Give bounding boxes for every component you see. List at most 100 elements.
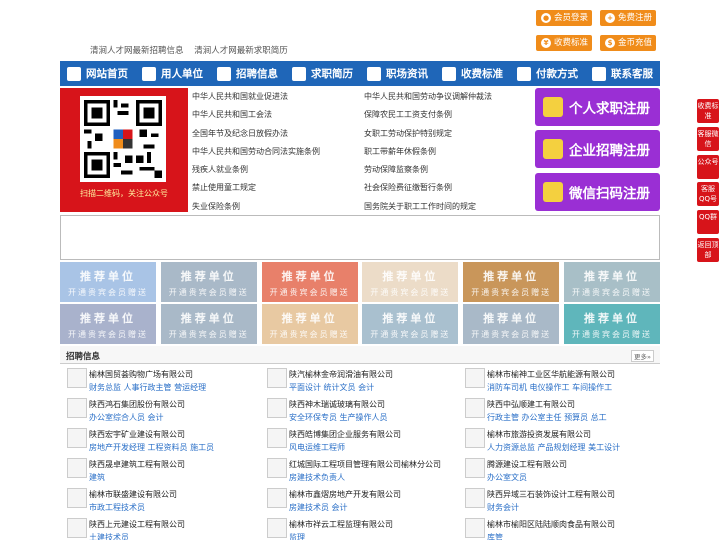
company-logo[interactable] [67,458,87,478]
policy-link[interactable]: 中华人民共和国劳动合同法实施条例 [192,143,367,161]
job-item[interactable]: 榆林市旅游投资发展有限公司人力资源总监 产品规划经理 美工设计 [460,426,656,456]
company-logo[interactable] [67,488,87,508]
job-roles[interactable]: 房地产开发经理 工程资料员 施工员 [89,442,214,453]
employer-register-button[interactable]: 企业招聘注册 [535,130,660,168]
policy-link[interactable]: 失业保险条例 [192,198,367,216]
company-logo[interactable] [267,398,287,418]
recommended-card[interactable]: 推荐单位 开通贵宾会员赠送 [463,262,560,302]
company-logo[interactable] [465,398,485,418]
side-wechat-tab[interactable]: 客服微信 [697,127,719,151]
job-item[interactable]: 陕西上元建设工程有限公司 土建技术员 [62,516,258,540]
policy-link[interactable]: 全国年节及纪念日放假办法 [192,125,367,143]
company-logo[interactable] [465,428,485,448]
job-item[interactable]: 陕西鸿石集团股份有限公司 办公室综合人员 会计 [62,396,258,426]
company-logo[interactable] [67,518,87,538]
job-item[interactable]: 陕西神木瑞诚玻璃有限公司 安全环保专员 生产操作人员 [262,396,458,426]
job-item[interactable]: 陕西异域三石装饰设计工程有限公司 财务会计 [460,486,656,516]
fee-standard-button[interactable]: ¥ 收费标准 [536,35,592,51]
policy-link[interactable]: 禁止使用童工规定 [192,179,367,197]
nav-jobs[interactable]: 招聘信息 [210,61,285,86]
company-logo[interactable] [267,458,287,478]
policy-link[interactable]: 女职工劳动保护特别规定 [364,125,539,143]
recommended-card[interactable]: 推荐单位 开通贵宾会员赠送 [261,304,358,344]
nav-payment[interactable]: 付款方式 [510,61,585,86]
recommended-card[interactable]: 推荐单位 开通贵宾会员赠送 [160,262,257,302]
nav-news[interactable]: 职场资讯 [360,61,435,86]
policy-link[interactable]: 残疾人就业条例 [192,161,367,179]
side-official-account-tab[interactable]: 公众号 [697,155,719,179]
company-logo[interactable] [267,488,287,508]
company-logo[interactable] [267,368,287,388]
company-logo[interactable] [267,428,287,448]
wechat-register-button[interactable]: 微信扫码注册 [535,173,660,211]
company-logo[interactable] [67,368,87,388]
nav-home[interactable]: 网站首页 [60,61,135,86]
recommended-card[interactable]: 推荐单位 开通贵宾会员赠送 [362,262,459,302]
company-name[interactable]: 陕西神木瑞诚玻璃有限公司 [289,399,385,410]
company-name[interactable]: 榆林市旅游投资发展有限公司 [487,429,591,440]
company-name[interactable]: 陕西宏宇矿业建设有限公司 [89,429,185,440]
nav-support[interactable]: 联系客服 [585,61,660,86]
job-roles[interactable]: 市政工程技术员 [89,502,145,513]
company-name[interactable]: 榆林国贸荟购物广场有限公司 [89,369,193,380]
company-name[interactable]: 陕西中弘顺建工有限公司 [487,399,575,410]
recommended-card[interactable]: 推荐单位 开通贵宾会员赠送 [362,304,459,344]
company-name[interactable]: 榆林市联盛建设有限公司 [89,489,177,500]
side-fees-tab[interactable]: 收费标准 [697,99,719,123]
job-item[interactable]: 陕西皓博集团企业服务有限公司 风电运维工程师 [262,426,458,456]
job-item[interactable]: 陕西中弘顺建工有限公司行政主管 办公室主任 预算员 总工 [460,396,656,426]
policy-link[interactable]: 中华人民共和国工会法 [192,106,367,124]
job-roles[interactable]: 财务会计 [487,502,519,513]
company-name[interactable]: 腾源建设工程有限公司 [487,459,567,470]
job-item[interactable]: 榆林市榆阳区陆陆顺肉食品有限公司 库管 [460,516,656,540]
company-name[interactable]: 陕西上元建设工程有限公司 [89,519,185,530]
recommended-card[interactable]: 推荐单位 开通贵宾会员赠送 [160,304,257,344]
company-name[interactable]: 陕西皓博集团企业服务有限公司 [289,429,401,440]
job-roles[interactable]: 行政主管 办公室主任 预算员 总工 [487,412,607,423]
job-roles[interactable]: 平面设计 统计文员 会计 [289,382,374,393]
job-item[interactable]: 榆林市祥云工程监理有限公司 监理 [262,516,458,540]
policy-link[interactable]: 劳动保障监察条例 [364,161,539,179]
job-item[interactable]: 陕西晟卓建筑工程有限公司 建筑 [62,456,258,486]
recommended-card[interactable]: 推荐单位 开通贵宾会员赠送 [564,262,660,302]
job-item[interactable]: 榆林国贸荟购物广场有限公司财务总监 人事行政主管 营运经理 [62,366,258,396]
policy-link[interactable]: 保障农民工工资支付条例 [364,106,539,124]
company-name[interactable]: 陕汽榆林金帝润滑油有限公司 [289,369,393,380]
banner-image[interactable] [60,215,660,260]
job-roles[interactable]: 办公室综合人员 会计 [89,412,164,423]
job-roles[interactable]: 财务总监 人事行政主管 营运经理 [89,382,206,393]
job-item[interactable]: 榆林市联盛建设有限公司 市政工程技术员 [62,486,258,516]
nav-employers[interactable]: 用人单位 [135,61,210,86]
more-jobs-link[interactable]: 更多» [631,350,654,362]
nav-fees[interactable]: 收费标准 [435,61,510,86]
side-qq-group-tab[interactable]: QQ群 [697,210,719,234]
job-roles[interactable]: 土建技术员 [89,532,129,540]
policy-link[interactable]: 中华人民共和国劳动争议调解仲裁法 [364,88,539,106]
side-back-to-top-tab[interactable]: 返回顶部 [697,238,719,262]
job-roles[interactable]: 房建技术员 会计 [289,502,348,513]
job-item[interactable]: 陕汽榆林金帝润滑油有限公司 平面设计 统计文员 会计 [262,366,458,396]
company-logo[interactable] [67,428,87,448]
recommended-card[interactable]: 推荐单位 开通贵宾会员赠送 [564,304,660,344]
member-login-button[interactable]: ● 会员登录 [536,10,592,26]
company-logo[interactable] [465,488,485,508]
latest-resumes-link[interactable]: 清涧人才网最新求职简历 [194,46,288,56]
company-name[interactable]: 榆林市鑫熠房地产开发有限公司 [289,489,401,500]
company-name[interactable]: 榆林市榆阳区陆陆顺肉食品有限公司 [487,519,615,530]
job-roles[interactable]: 建筑 [89,472,105,483]
job-roles[interactable]: 人力资源总监 产品规划经理 美工设计 [487,442,620,453]
job-item[interactable]: 红城国际工程项目管理有限公司榆林分公司 房建技术负责人 [262,456,458,486]
job-roles[interactable]: 监理 [289,532,305,540]
company-name[interactable]: 陕西晟卓建筑工程有限公司 [89,459,185,470]
policy-link[interactable]: 职工带薪年休假条例 [364,143,539,161]
recommended-card[interactable]: 推荐单位 开通贵宾会员赠送 [60,262,156,302]
policy-link[interactable]: 国务院关于职工工作时间的规定 [364,198,539,216]
policy-link[interactable]: 中华人民共和国就业促进法 [192,88,367,106]
recommended-card[interactable]: 推荐单位 开通贵宾会员赠送 [60,304,156,344]
job-item[interactable]: 腾源建设工程有限公司 办公室文员 [460,456,656,486]
recommended-card[interactable]: 推荐单位 开通贵宾会员赠送 [261,262,358,302]
job-roles[interactable]: 消防车司机 电仪操作工 车间操作工 [487,382,612,393]
company-logo[interactable] [67,398,87,418]
job-seeker-register-button[interactable]: 个人求职注册 [535,88,660,126]
latest-jobs-link[interactable]: 清涧人才网最新招聘信息 [90,46,184,56]
